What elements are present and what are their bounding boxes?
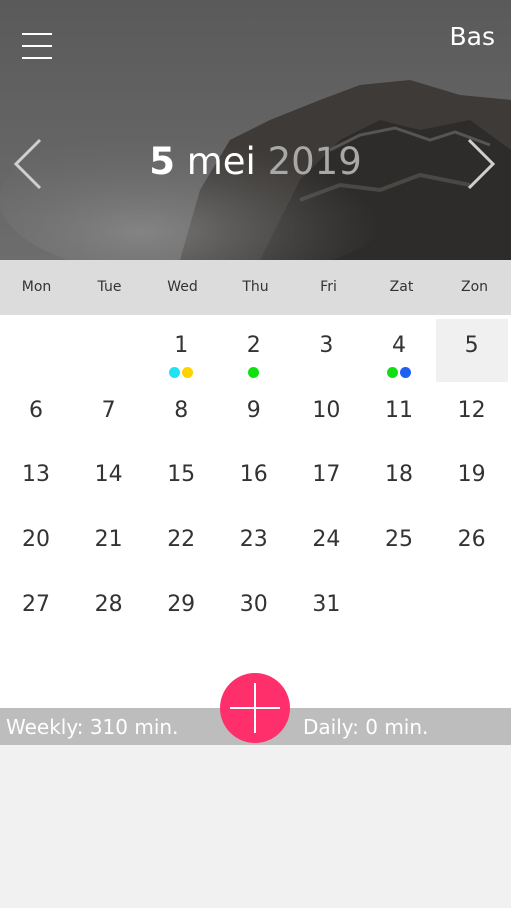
calendar-day-number: 25 [385,527,413,553]
event-dot [182,367,194,378]
calendar-day[interactable]: 10 [290,384,362,447]
calendar-day[interactable]: 11 [363,384,435,447]
calendar-day-number: 3 [319,333,334,358]
calendar-day-number: 1 [174,333,189,358]
calendar-day-number: 22 [167,527,196,553]
calendar-day[interactable]: 23 [218,513,290,576]
calendar-day[interactable]: 6 [0,384,72,447]
menu-button[interactable] [20,33,54,61]
calendar-day[interactable]: 9 [218,384,290,447]
calendar-day[interactable]: 17 [290,448,362,511]
date-year: 2019 [267,140,362,183]
hamburger-menu-icon [22,33,52,35]
weekday-label: Zat [389,279,414,295]
calendar-day[interactable]: 1 [145,319,217,382]
calendar-day-number: 23 [239,527,268,553]
calendar-day[interactable]: 25 [363,513,435,576]
calendar-day[interactable]: 31 [290,578,362,641]
calendar-day[interactable]: 7 [73,384,145,447]
calendar-day[interactable]: 2 [218,319,290,382]
calendar-day[interactable]: 20 [0,513,72,576]
calendar-day-number: 20 [22,527,50,553]
calendar-day[interactable]: 26 [436,513,508,576]
weekday-label: Fri [320,279,337,295]
calendar-day-number: 6 [29,397,43,423]
calendar-day-number: 7 [101,397,116,423]
weekly-total: Weekly: 310 min. [6,715,179,739]
calendar-day[interactable]: 8 [145,384,217,447]
daily-total: Daily: 0 min. [303,715,429,739]
calendar-day[interactable]: 24 [290,513,362,576]
event-indicators [363,367,435,378]
calendar-day[interactable]: 19 [436,448,508,511]
calendar-day-number: 19 [457,462,486,488]
next-month-button[interactable] [465,138,497,190]
weekday-header-row: Mon Tue Wed Thu Fri Zat Zon [0,260,511,315]
calendar-day[interactable]: 28 [73,578,145,641]
calendar-day-selected[interactable]: 5 [435,319,508,382]
event-dot [248,367,260,378]
weekday-label: Wed [167,279,198,295]
calendar-day[interactable]: 13 [0,448,72,511]
calendar-day[interactable]: 22 [145,513,217,576]
current-date-title: 5 mei 2019 [0,140,511,183]
calendar-day-number: 13 [22,462,50,488]
chevron-right-icon [467,138,496,190]
calendar-day-number: 9 [246,397,261,423]
calendar-day[interactable]: 29 [145,578,217,641]
calendar-day[interactable]: 18 [363,448,435,511]
calendar-day-number: 17 [312,462,341,488]
add-entry-button[interactable] [220,673,290,743]
user-name[interactable]: Bas [450,22,496,51]
calendar-day-number: 28 [94,591,123,617]
header-background-image [0,0,511,260]
calendar-day-number: 10 [312,397,341,423]
calendar-day-number: 12 [457,397,486,423]
calendar-day[interactable]: 12 [436,384,508,447]
calendar-day-number: 4 [392,333,406,358]
calendar-day[interactable]: 14 [73,448,145,511]
calendar-day[interactable]: 21 [73,513,145,576]
calendar-grid: 1 2 3 4 5 6 7 8 9 10 11 12 13 14 15 16 17 18 19 20 21 22 23 24 2… [0,315,511,708]
calendar-day-number: 5 [464,333,479,358]
event-dot [169,367,181,378]
calendar-day-number: 26 [457,527,486,553]
calendar-day-number: 2 [246,333,261,358]
calendar-day-number: 27 [22,591,50,617]
calendar-day-number: 24 [312,527,341,553]
event-dot [400,367,411,378]
event-indicators [218,367,290,378]
calendar-day-number: 8 [174,397,189,423]
calendar-day-number: 29 [167,591,196,617]
calendar-day[interactable]: 30 [218,578,290,641]
calendar-day-number: 11 [385,397,413,423]
empty-content-area [0,745,511,908]
weekday-label: Thu [242,279,269,295]
calendar-day-number: 21 [94,527,123,553]
date-month: mei [186,140,256,183]
date-day: 5 [149,140,175,183]
calendar-day-number: 16 [239,462,268,488]
calendar-day[interactable]: 4 [363,319,435,382]
event-dot [387,367,398,378]
calendar-day-number: 30 [239,591,268,617]
calendar-day-number: 14 [94,462,123,488]
calendar-day[interactable]: 15 [145,448,217,511]
calendar-day-number: 15 [167,462,196,488]
calendar-day-number: 31 [312,591,341,617]
weekday-label: Zon [460,279,489,295]
header: Bas 5 mei 2019 [0,0,511,260]
calendar-day[interactable]: 3 [290,319,362,382]
calendar-day-number: 18 [385,462,413,488]
event-indicators [145,367,217,378]
calendar-day[interactable]: 16 [218,448,290,511]
weekday-label: Mon [21,279,52,295]
weekday-label: Tue [97,279,122,295]
calendar-day[interactable]: 27 [0,578,72,641]
